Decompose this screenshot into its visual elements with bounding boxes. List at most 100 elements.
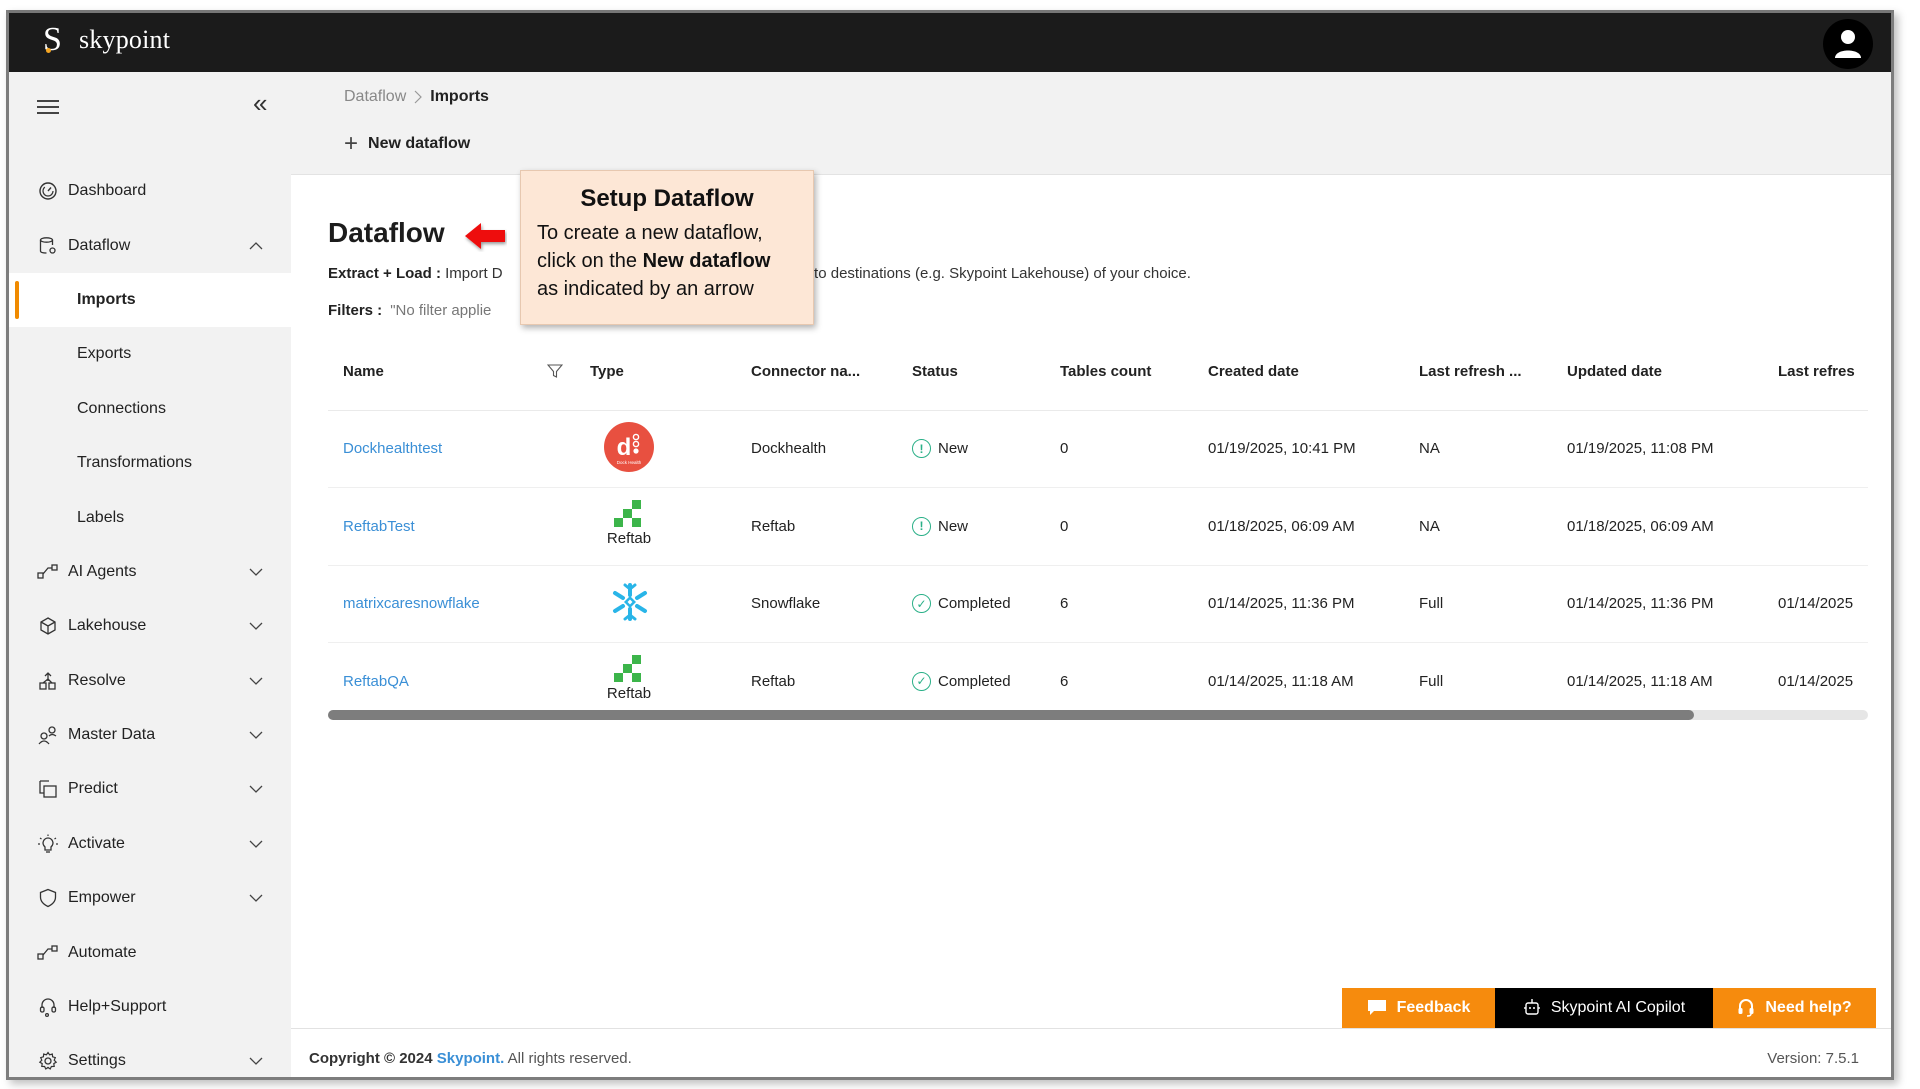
- sidebar: « Dashboard Dataflow Imports Exports Connect…: [9, 72, 291, 1077]
- scrollbar-thumb[interactable]: [328, 710, 1694, 720]
- sidebar-item-label: Automate: [68, 943, 137, 961]
- dataflow-name-link[interactable]: ReftabQA: [343, 673, 409, 690]
- feedback-button[interactable]: Feedback: [1342, 988, 1495, 1028]
- svg-text:d: d: [617, 434, 632, 461]
- filters-row: Filters : "No filter applie: [328, 302, 491, 319]
- sidebar-item-exports[interactable]: Exports: [9, 327, 291, 381]
- sidebar-item-help-support[interactable]: Help+Support: [9, 980, 291, 1034]
- cell-connector: Snowflake: [736, 565, 897, 643]
- table-row[interactable]: ReftabTest Reftab Reftab! New 0 01/18/2025, 0…: [328, 487, 1868, 566]
- column-header-name[interactable]: Name: [328, 334, 575, 411]
- sidebar-item-imports[interactable]: Imports: [9, 272, 291, 328]
- column-header-connector[interactable]: Connector na...: [736, 334, 897, 411]
- floating-buttons: Feedback Skypoint AI Copilot Need help?: [1342, 988, 1876, 1028]
- sidebar-item-connections[interactable]: Connections: [9, 382, 291, 436]
- user-avatar[interactable]: [1823, 19, 1873, 69]
- new-dataflow-label: New dataflow: [368, 135, 471, 152]
- cell-status: ✓ Completed: [897, 565, 1045, 643]
- dataflow-name-link[interactable]: Dockhealthtest: [343, 440, 442, 457]
- status-text: Completed: [938, 672, 1011, 690]
- new-dataflow-button[interactable]: + New dataflow: [344, 132, 470, 156]
- logo[interactable]: S skypoint: [43, 21, 170, 59]
- column-header-status[interactable]: Status: [897, 334, 1045, 411]
- horizontal-scrollbar[interactable]: [328, 710, 1868, 720]
- cell-status: ✓ Completed: [897, 642, 1045, 719]
- red-arrow-annotation: [465, 223, 505, 249]
- sidebar-item-dataflow[interactable]: Dataflow: [9, 218, 291, 272]
- menu-icon[interactable]: [37, 100, 59, 118]
- chevron-down-icon[interactable]: [249, 891, 263, 905]
- chevron-down-icon[interactable]: [249, 674, 263, 688]
- sidebar-item-master-data[interactable]: Master Data: [9, 708, 291, 762]
- sidebar-item-automate[interactable]: Automate: [9, 925, 291, 979]
- chevron-down-icon[interactable]: [249, 782, 263, 796]
- sidebar-item-activate[interactable]: Activate: [9, 817, 291, 871]
- chevron-down-icon[interactable]: [249, 837, 263, 851]
- sidebar-item-label: AI Agents: [68, 562, 137, 580]
- cell-tables-count: 0: [1045, 487, 1193, 566]
- cell-connector: Reftab: [736, 642, 897, 719]
- column-header-last-refresh-type[interactable]: Last refresh ...: [1404, 334, 1552, 411]
- copilot-label: Skypoint AI Copilot: [1550, 999, 1686, 1016]
- chevron-down-icon[interactable]: [249, 728, 263, 742]
- logo-mark: S: [43, 21, 67, 59]
- chevron-down-icon[interactable]: [249, 565, 263, 579]
- sidebar-item-label: Imports: [77, 290, 136, 308]
- cell-tables-count: 0: [1045, 410, 1193, 488]
- sidebar-item-ai-agents[interactable]: AI Agents: [9, 545, 291, 599]
- dataflow-name-link[interactable]: ReftabTest: [343, 518, 415, 535]
- sidebar-item-label: Labels: [77, 508, 125, 526]
- sidebar-item-label: Help+Support: [68, 998, 167, 1016]
- column-header-type[interactable]: Type: [575, 334, 736, 411]
- sidebar-item-predict[interactable]: Predict: [9, 762, 291, 816]
- sidebar-item-label: Lakehouse: [68, 617, 147, 635]
- sidebar-item-label: Master Data: [68, 726, 156, 744]
- chevron-down-icon[interactable]: [249, 619, 263, 633]
- filter-icon[interactable]: [547, 363, 563, 379]
- info-circle-icon: !: [912, 439, 931, 459]
- table-row[interactable]: Dockhealthtest d Dock Health Dockhealth! New…: [328, 410, 1868, 488]
- ai-copilot-button[interactable]: Skypoint AI Copilot: [1495, 988, 1713, 1028]
- column-header-created-date[interactable]: Created date: [1193, 334, 1404, 411]
- need-help-button[interactable]: Need help?: [1713, 988, 1876, 1028]
- sidebar-item-dashboard[interactable]: Dashboard: [9, 164, 291, 218]
- copyright-brand-link[interactable]: Skypoint.: [437, 1050, 505, 1067]
- cell-created-date: 01/14/2025, 11:36 PM: [1193, 565, 1404, 643]
- sidebar-item-transformations[interactable]: Transformations: [9, 436, 291, 490]
- chevron-right-icon: [414, 90, 423, 104]
- gauge-icon: [37, 180, 59, 202]
- sidebar-item-empower[interactable]: Empower: [9, 871, 291, 925]
- sidebar-item-labels[interactable]: Labels: [9, 490, 291, 544]
- chevron-up-icon[interactable]: [249, 239, 263, 253]
- breadcrumb-dataflow[interactable]: Dataflow: [344, 88, 406, 106]
- column-header-tables-count[interactable]: Tables count: [1045, 334, 1193, 411]
- sidebar-item-lakehouse[interactable]: Lakehouse: [9, 599, 291, 653]
- description-text-left: Import D: [440, 265, 503, 282]
- collapse-sidebar-icon[interactable]: «: [253, 90, 267, 116]
- people-icon: [37, 724, 59, 746]
- column-header-updated-date[interactable]: Updated date: [1552, 334, 1763, 411]
- table-header-row: Name Type Connector na... Status Tables …: [328, 334, 1868, 411]
- table-row[interactable]: matrixcaresnowflake Snowflake ✓ Completed 6 0…: [328, 565, 1868, 643]
- cell-updated-date: 01/18/2025, 06:09 AM: [1552, 487, 1763, 566]
- sidebar-item-settings[interactable]: Settings: [9, 1034, 291, 1077]
- info-circle-icon: !: [912, 516, 931, 536]
- check-circle-icon: ✓: [912, 594, 931, 614]
- table-row[interactable]: ReftabQA Reftab Reftab ✓ Completed 6 01/14/202…: [328, 642, 1868, 719]
- cell-name: matrixcaresnowflake: [328, 565, 575, 643]
- status-text: New: [938, 517, 969, 535]
- column-header-last-refresh[interactable]: Last refres: [1763, 334, 1868, 411]
- callout-title: Setup Dataflow: [580, 185, 754, 212]
- chevron-down-icon[interactable]: [249, 1054, 263, 1068]
- sidebar-item-label: Dashboard: [68, 182, 147, 200]
- version-label: Version: 7.5.1: [1767, 1050, 1859, 1067]
- predict-icon: [37, 778, 59, 800]
- sidebar-item-resolve[interactable]: Resolve: [9, 654, 291, 708]
- cell-last-refresh: 01/14/2025: [1763, 642, 1868, 719]
- cell-name: ReftabTest: [328, 487, 575, 566]
- app-window: S skypoint « Dashboard Dataflow Imports Exp…: [6, 10, 1894, 1080]
- status-badge: ✓ Completed: [912, 671, 1045, 691]
- dataflow-name-link[interactable]: matrixcaresnowflake: [343, 595, 480, 612]
- cell-updated-date: 01/14/2025, 11:36 PM: [1552, 565, 1763, 643]
- cell-last-refresh-type: Full: [1404, 642, 1552, 719]
